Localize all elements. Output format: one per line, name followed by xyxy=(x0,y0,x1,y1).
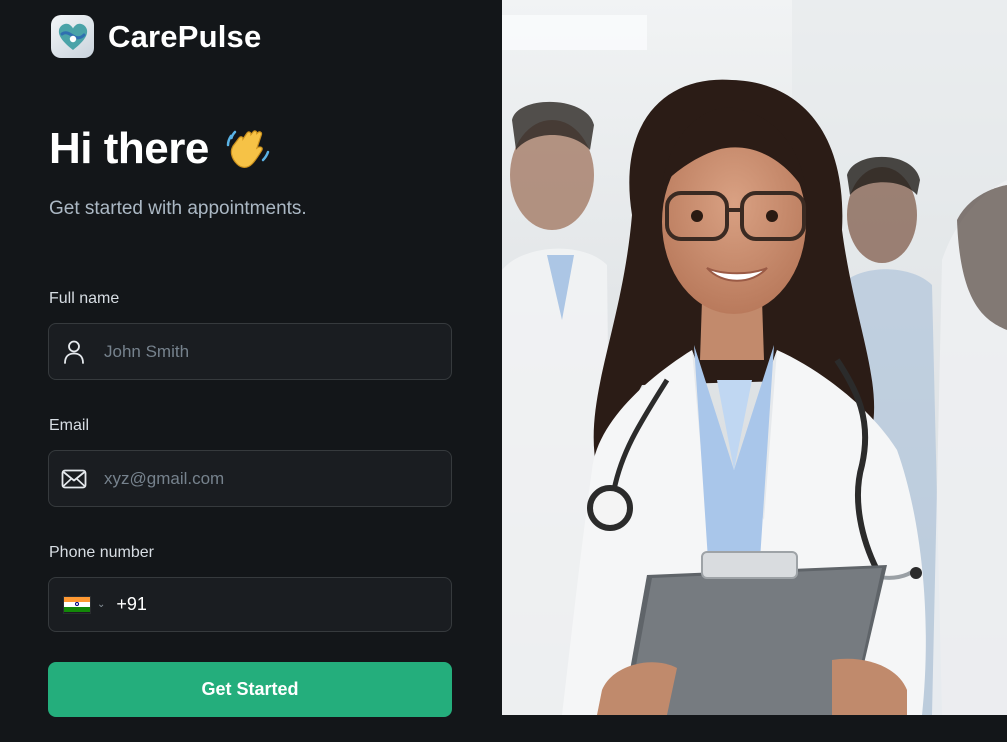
onboarding-page: CarePulse Hi there Get started with appo… xyxy=(0,0,1007,742)
mail-icon xyxy=(61,466,87,492)
phone-label: Phone number xyxy=(49,544,154,561)
page-subtitle: Get started with appointments. xyxy=(49,198,307,219)
bottom-strip xyxy=(502,715,1007,742)
hero-image xyxy=(502,0,1007,715)
dial-code: +91 xyxy=(116,594,147,614)
full-name-label: Full name xyxy=(49,290,120,307)
form-panel: CarePulse Hi there Get started with appo… xyxy=(0,0,502,742)
get-started-button[interactable]: Get Started xyxy=(48,662,452,717)
doctors-photo-illustration xyxy=(502,0,1007,715)
user-icon xyxy=(61,339,87,365)
email-field[interactable] xyxy=(48,450,452,507)
email-input[interactable] xyxy=(104,468,424,489)
waving-hand-icon xyxy=(223,124,273,174)
brand-logo[interactable]: CarePulse xyxy=(51,15,261,58)
chevron-down-icon[interactable]: ⌄ xyxy=(97,599,105,610)
brand-name: CarePulse xyxy=(108,18,262,54)
email-label: Email xyxy=(49,417,90,434)
india-flag-icon[interactable] xyxy=(63,595,91,614)
full-name-field[interactable] xyxy=(48,323,452,380)
full-name-input[interactable] xyxy=(104,341,424,362)
page-title-text: Hi there xyxy=(49,124,209,173)
phone-field[interactable]: ⌄ +91 xyxy=(48,577,452,632)
carepulse-logo-icon xyxy=(51,15,94,58)
page-title: Hi there xyxy=(49,124,273,174)
